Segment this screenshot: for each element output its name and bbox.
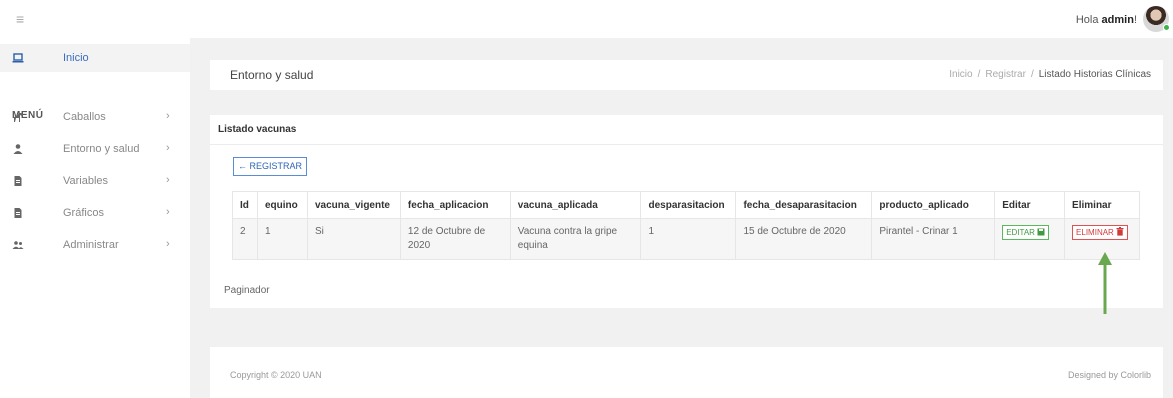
cell-producto-aplicado: Pirantel - Crinar 1 <box>871 218 996 260</box>
sidebar-item-inicio[interactable]: Inicio <box>0 44 190 72</box>
column-header-id: Id <box>232 191 258 219</box>
top-navbar: ≡ Hola admin! <box>0 0 1173 38</box>
cell-vacuna-vigente: Si <box>306 218 401 260</box>
column-header-producto-aplicado: producto_aplicado <box>871 191 996 219</box>
sidebar-item-label: Caballos <box>63 111 106 123</box>
footer: Copyright © 2020 UAN Designed by Colorli… <box>210 347 1163 398</box>
chevron-right-icon: › <box>166 110 170 122</box>
edit-button[interactable]: EDITAR <box>1002 225 1050 240</box>
greeting-suffix: ! <box>1133 14 1137 26</box>
sidebar-item-entorno-y-salud[interactable]: Entorno y salud › <box>0 140 190 160</box>
cell-vacuna-aplicada: Vacuna contra la gripe equina <box>509 218 642 260</box>
sidebar: Inicio MENÚ Caballos › Entorno y salud ›… <box>0 38 190 398</box>
column-header-vacuna-aplicada: vacuna_aplicada <box>509 191 642 219</box>
users-icon <box>12 239 24 251</box>
cell-desparasitacion: 1 <box>640 218 737 260</box>
cell-fecha-aplicacion: 12 de Octubre de 2020 <box>399 218 511 260</box>
cell-fecha-desaparasitacion: 15 de Octubre de 2020 <box>735 218 873 260</box>
online-status-dot <box>1163 24 1170 31</box>
register-button[interactable]: ← REGISTRAR <box>233 157 308 176</box>
save-icon <box>1037 228 1045 236</box>
page-title: Entorno y salud <box>230 68 314 82</box>
user-greeting: Hola admin! <box>1076 14 1137 26</box>
vaccines-table: Id equino vacuna_vigente fecha_aplicacio… <box>232 191 1140 260</box>
copyright-text: Copyright © 2020 UAN <box>230 370 322 380</box>
breadcrumb-item-current: Listado Historias Clínicas <box>1038 69 1151 80</box>
card-divider <box>210 144 1163 145</box>
laptop-icon <box>12 52 24 64</box>
table-header-row: Id equino vacuna_vigente fecha_aplicacio… <box>232 191 1140 219</box>
edit-button-label: EDITAR <box>1006 228 1035 237</box>
column-header-desparasitacion: desparasitacion <box>640 191 737 219</box>
sidebar-item-label: Administrar <box>63 239 119 251</box>
sidebar-item-label: Entorno y salud <box>63 143 140 155</box>
user-icon <box>12 143 24 155</box>
chevron-right-icon: › <box>166 206 170 218</box>
chevron-right-icon: › <box>166 238 170 250</box>
cell-editar: EDITAR <box>994 218 1066 260</box>
annotation-arrow-up-icon <box>1098 252 1112 314</box>
column-header-editar: Editar <box>994 191 1066 219</box>
sidebar-item-label: Inicio <box>63 52 89 64</box>
sidebar-item-label: Gráficos <box>63 207 104 219</box>
delete-button[interactable]: ELIMINAR <box>1072 225 1129 240</box>
column-header-fecha-desaparasitacion: fecha_desaparasitacion <box>735 191 873 219</box>
table-row: 2 1 Si 12 de Octubre de 2020 Vacuna cont… <box>232 218 1140 260</box>
trash-icon <box>1116 227 1124 236</box>
vaccines-card: Listado vacunas ← REGISTRAR Id equino va… <box>210 115 1163 308</box>
column-header-vacuna-vigente: vacuna_vigente <box>306 191 401 219</box>
sidebar-item-graficos[interactable]: Gráficos › <box>0 204 190 224</box>
cell-id: 2 <box>232 218 258 260</box>
sidebar-item-variables[interactable]: Variables › <box>0 172 190 192</box>
cell-equino: 1 <box>256 218 308 260</box>
column-header-eliminar: Eliminar <box>1064 191 1140 219</box>
card-title: Listado vacunas <box>218 124 297 135</box>
page-header: Entorno y salud Inicio / Registrar / Listado… <box>210 60 1163 90</box>
designed-by-text: Designed by Colorlib <box>1067 370 1151 380</box>
breadcrumb-item-inicio[interactable]: Inicio <box>949 69 972 80</box>
hamburger-menu-icon[interactable]: ≡ <box>16 11 24 27</box>
column-header-fecha-aplicacion: fecha_aplicacion <box>399 191 511 219</box>
paginator[interactable]: Paginador <box>224 285 270 296</box>
sidebar-item-caballos[interactable]: Caballos › <box>0 108 190 128</box>
breadcrumb-item-registrar[interactable]: Registrar <box>985 69 1026 80</box>
document-icon <box>12 175 24 187</box>
chevron-right-icon: › <box>166 174 170 186</box>
sidebar-item-label: Variables <box>63 175 109 187</box>
sidebar-item-administrar[interactable]: Administrar › <box>0 236 190 256</box>
delete-button-label: ELIMINAR <box>1076 228 1114 237</box>
main-content: Entorno y salud Inicio / Registrar / Listado… <box>190 38 1173 398</box>
username: admin <box>1101 14 1134 26</box>
column-header-equino: equino <box>256 191 308 219</box>
greeting-text: Hola <box>1075 14 1099 26</box>
chevron-right-icon: › <box>166 142 170 154</box>
document-icon <box>12 207 24 219</box>
breadcrumb: Inicio / Registrar / Listado Historias Clíni… <box>949 69 1151 80</box>
horse-icon <box>12 111 24 123</box>
